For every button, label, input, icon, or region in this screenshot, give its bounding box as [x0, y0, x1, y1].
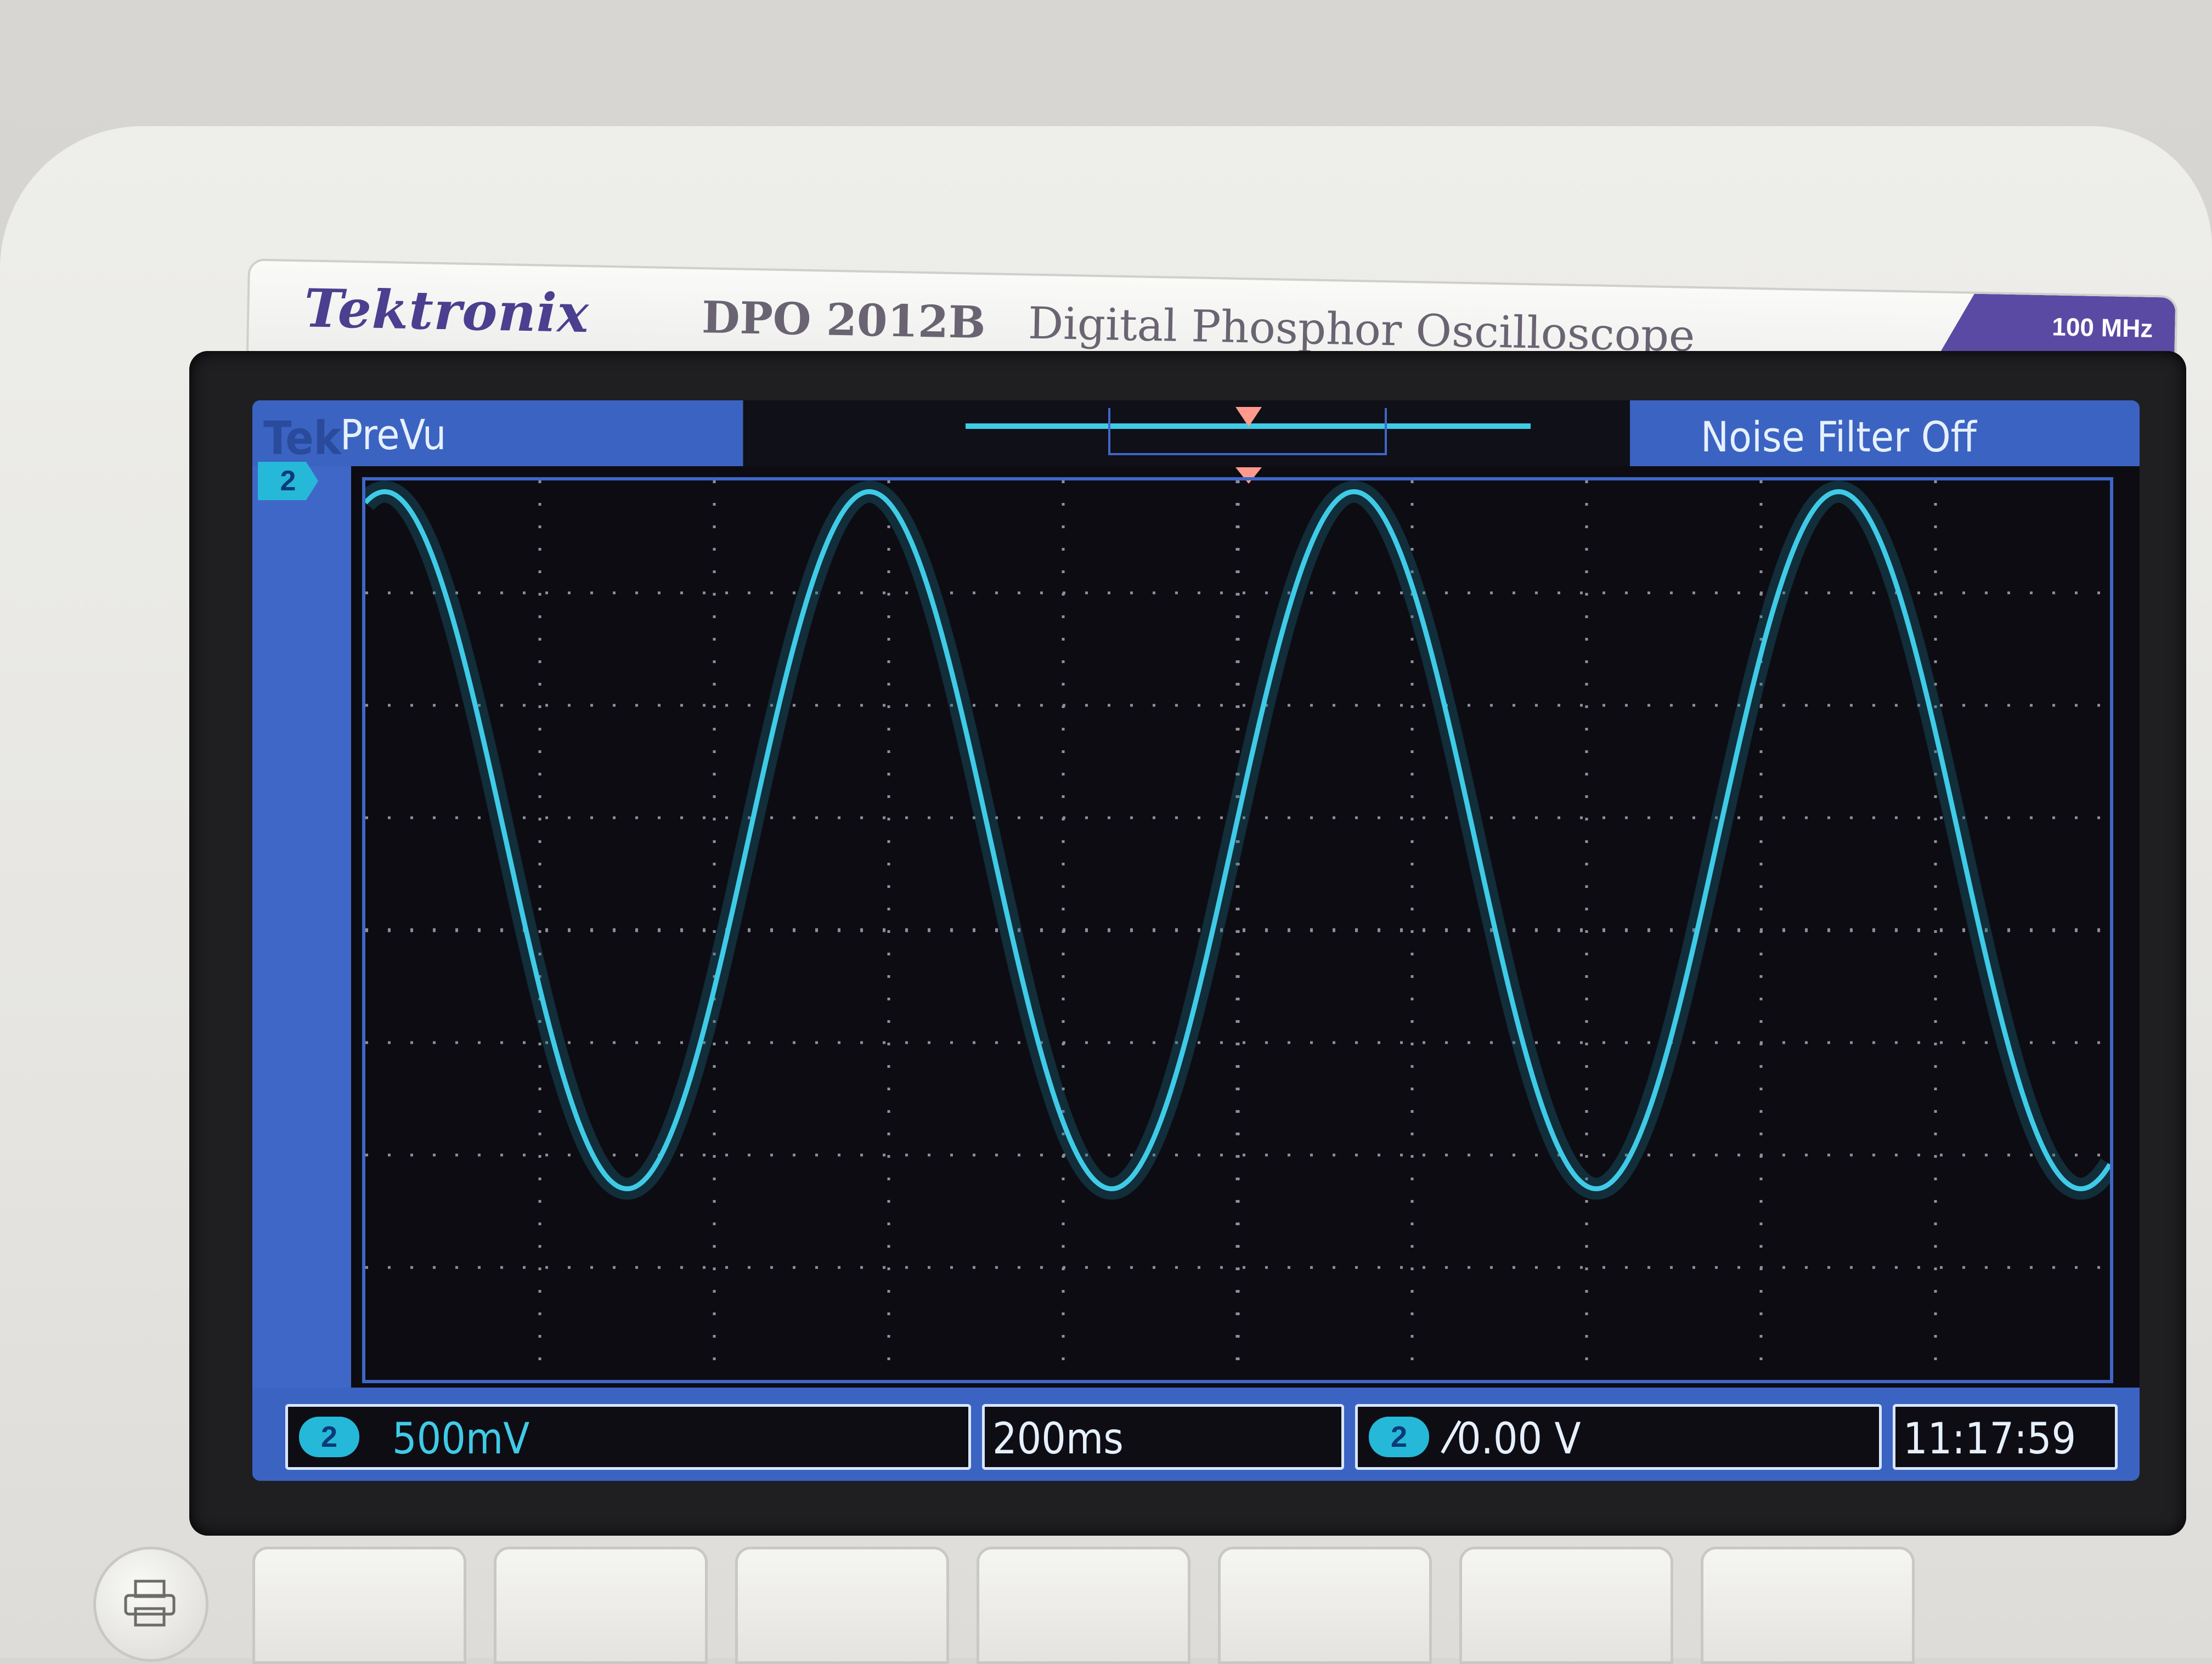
clock: 11:17:59 [1903, 1414, 2076, 1464]
model-number: DPO 2012B [701, 291, 986, 349]
softkey-button[interactable] [1701, 1547, 1915, 1664]
left-rail [252, 400, 351, 1481]
clock-readout: 11:17:59 [1893, 1404, 2118, 1470]
grid-svg [357, 480, 2119, 1380]
softkey-button[interactable] [1218, 1547, 1432, 1664]
printer-icon [124, 1580, 176, 1627]
channel-ground-marker: 2 [258, 462, 318, 500]
trigger-position-icon [1235, 407, 1262, 427]
waveform-glow [357, 480, 2119, 1200]
status-bar: Tek PreVu Noise Filter Off [252, 400, 2140, 466]
mode-label: PreVu [340, 410, 447, 459]
softkey-button[interactable] [494, 1547, 708, 1664]
trigger-channel-chip: 2 [1369, 1417, 1429, 1457]
softkey-button[interactable] [1459, 1547, 1673, 1664]
timebase-readout[interactable]: 200ms [982, 1404, 1344, 1470]
trigger-level: 0.00 V [1457, 1414, 1581, 1464]
channel-chip: 2 [299, 1417, 359, 1457]
noise-filter-label: Noise Filter Off [1701, 412, 1977, 461]
softkey-button[interactable] [252, 1547, 466, 1664]
softkey-button[interactable] [977, 1547, 1190, 1664]
channel-readout[interactable]: 2 500mV [285, 1404, 971, 1470]
softkey-button[interactable] [735, 1547, 949, 1664]
print-button[interactable] [93, 1547, 208, 1662]
bandwidth-label: 100 MHz [2051, 312, 2153, 343]
graticule [357, 477, 2119, 1383]
brand-logo: Tektronix [303, 277, 590, 345]
volts-per-div: 500mV [392, 1414, 530, 1464]
grid-lines [365, 480, 2110, 1380]
screen-frame: Tek PreVu Noise Filter Off 2 2 500mV 200… [189, 351, 2186, 1536]
display: Tek PreVu Noise Filter Off 2 2 500mV 200… [252, 400, 2140, 1481]
time-per-div: 200ms [992, 1414, 1124, 1464]
trigger-readout[interactable]: 2 0.00 V [1355, 1404, 1882, 1470]
tek-tag: Tek [263, 411, 341, 465]
